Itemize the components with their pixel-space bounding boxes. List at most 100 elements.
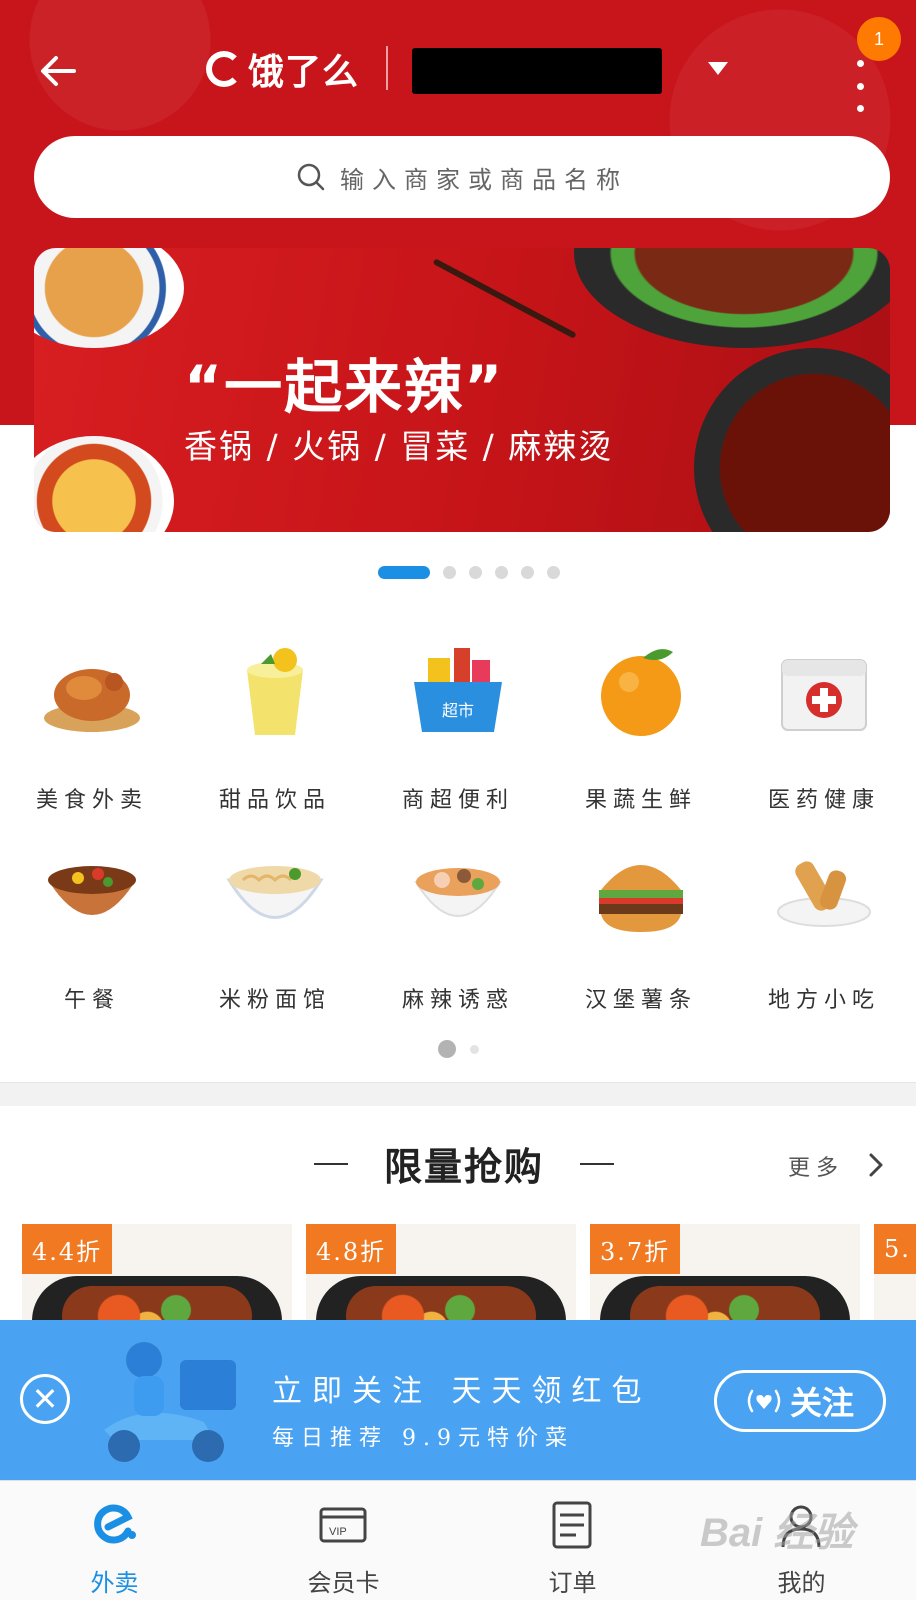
logo-text: 饿了么	[248, 52, 360, 93]
header-divider	[386, 46, 388, 90]
baidu-watermark: Bai 经验	[700, 1511, 854, 1555]
lunch-bowl-icon	[48, 866, 136, 915]
chevron-right-icon[interactable]	[866, 1150, 886, 1180]
section-separator	[0, 1082, 916, 1106]
category-item[interactable]: 超市 商超便利	[366, 640, 550, 830]
category-label: 麻辣诱惑	[401, 988, 514, 1013]
more-dot	[856, 105, 864, 112]
category-item[interactable]: 医药健康	[732, 640, 916, 830]
category-item[interactable]: 米粉面馆	[183, 840, 367, 1030]
title-dash	[580, 1162, 614, 1165]
location-address-redacted[interactable]	[412, 48, 662, 94]
discount-badge: 4.4折	[22, 1224, 113, 1274]
flash-sale-card[interactable]: 4.4折	[22, 1224, 292, 1320]
discount-badge: 4.8折	[306, 1224, 397, 1274]
eleme-logo: 饿了么	[206, 44, 359, 94]
title-dash	[314, 1162, 348, 1165]
tab-orders[interactable]: 订单	[458, 1481, 687, 1600]
flash-sale-list: 4.4折 4.8折 3.7折 5.	[0, 1224, 916, 1320]
location-dropdown-icon[interactable]	[708, 62, 728, 75]
tab-takeout[interactable]: 外卖	[0, 1481, 229, 1600]
flash-sale-card[interactable]: 4.8折	[306, 1224, 576, 1320]
back-arrow-icon	[41, 56, 76, 86]
category-page-dot-active[interactable]	[438, 1040, 456, 1058]
food-image	[62, 1286, 252, 1320]
flash-sale-card[interactable]: 3.7折	[590, 1224, 860, 1320]
banner-title: “一起来辣”	[184, 353, 505, 421]
supermarket-basket-icon: 超市	[414, 648, 502, 732]
food-image	[346, 1286, 536, 1320]
roast-chicken-icon	[44, 669, 140, 732]
tab-label: 会员卡	[307, 1569, 380, 1597]
close-icon: ✕	[31, 1380, 59, 1418]
category-grid: 美食外卖 甜品饮品 超市 商超便利 果蔬生鲜 医药健康 午餐 米粉面馆 麻辣诱惑…	[0, 640, 916, 1030]
dish-image	[34, 436, 174, 532]
more-dot	[856, 60, 864, 67]
noodle-bowl-icon	[226, 866, 324, 919]
orange-icon	[601, 649, 681, 736]
category-label: 果蔬生鲜	[584, 788, 697, 813]
discount-badge: 5.	[874, 1224, 916, 1274]
flash-sale-more-link[interactable]: 更多	[788, 1150, 844, 1182]
category-label: 甜品饮品	[218, 788, 331, 813]
category-label: 午餐	[63, 988, 120, 1013]
discount-badge: 3.7折	[590, 1224, 681, 1274]
category-item[interactable]: 果蔬生鲜	[549, 640, 733, 830]
category-label: 商超便利	[401, 788, 514, 813]
category-pagination	[438, 1040, 493, 1058]
search-placeholder: 输入商家或商品名称	[340, 165, 628, 194]
banner-dot[interactable]	[521, 565, 534, 579]
more-dot	[856, 82, 864, 90]
vip-card-icon: VIP	[319, 1507, 367, 1543]
close-button[interactable]: ✕	[20, 1374, 70, 1424]
banner-dot[interactable]	[495, 565, 508, 579]
dish-image	[694, 348, 890, 532]
category-item[interactable]: 美食外卖	[0, 640, 184, 830]
top-bar: 饿了么	[0, 20, 916, 120]
burger-icon	[599, 865, 683, 932]
tab-label: 我的	[777, 1569, 826, 1597]
first-aid-kit-icon	[781, 659, 867, 731]
order-list-icon	[552, 1501, 592, 1549]
more-menu-button[interactable]	[850, 60, 870, 112]
notification-badge: 1	[857, 17, 901, 61]
banner-dot[interactable]	[547, 565, 560, 579]
eleme-logo-icon	[94, 1504, 136, 1544]
banner-dot-active[interactable]	[378, 565, 430, 579]
tab-vip-card[interactable]: VIP 会员卡	[229, 1481, 458, 1600]
follow-promo-banner[interactable]: ✕ 立即关注 天天领红包 每日推荐 9.9元特价菜 关注	[0, 1320, 916, 1480]
category-item[interactable]: 甜品饮品	[183, 640, 367, 830]
flash-sale-card[interactable]: 5.	[874, 1224, 916, 1320]
banner-dot[interactable]	[469, 565, 482, 579]
delivery-scooter-icon	[104, 1342, 236, 1462]
eleme-e-icon	[206, 51, 242, 87]
back-button[interactable]	[34, 46, 84, 96]
category-item[interactable]: 地方小吃	[732, 840, 916, 1030]
category-label: 汉堡薯条	[584, 988, 697, 1013]
promo-banner[interactable]: “一起来辣” 香锅 / 火锅 / 冒菜 / 麻辣烫	[34, 248, 890, 532]
follow-button-label: 关注	[789, 1384, 854, 1422]
spicy-pot-icon	[414, 868, 502, 917]
banner-pagination	[378, 565, 573, 579]
category-item[interactable]: 麻辣诱惑	[366, 840, 550, 1030]
follow-subline: 每日推荐 9.9元特价菜	[272, 1426, 574, 1451]
banner-dot[interactable]	[443, 565, 456, 579]
search-bar[interactable]: 输入商家或商品名称	[34, 136, 890, 218]
category-item[interactable]: 午餐	[0, 840, 184, 1030]
dish-image	[574, 248, 890, 348]
category-label: 美食外卖	[35, 788, 148, 813]
follow-button[interactable]: 关注	[714, 1370, 886, 1432]
food-image	[630, 1286, 820, 1320]
dish-image	[34, 248, 184, 348]
flash-sale-title: 限量抢购	[384, 1145, 545, 1189]
chopsticks-icon	[432, 258, 577, 339]
tab-label: 外卖	[90, 1569, 139, 1597]
category-label: 米粉面馆	[218, 988, 331, 1013]
category-page-dot[interactable]	[470, 1044, 479, 1054]
category-label: 地方小吃	[767, 988, 880, 1013]
tab-label: 订单	[548, 1569, 597, 1597]
category-label: 医药健康	[767, 788, 880, 813]
search-icon	[297, 163, 325, 191]
category-item[interactable]: 汉堡薯条	[549, 840, 733, 1030]
juice-cup-icon	[247, 648, 303, 735]
